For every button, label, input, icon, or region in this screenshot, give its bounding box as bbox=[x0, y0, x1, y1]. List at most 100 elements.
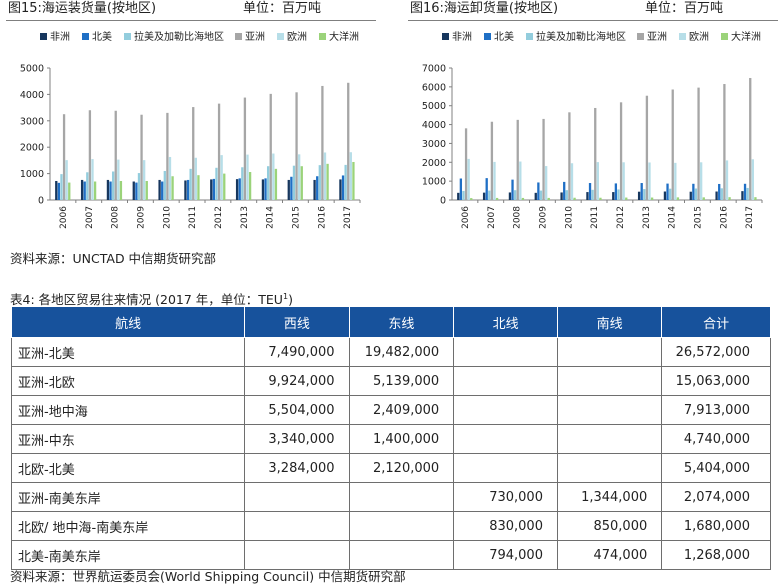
bar bbox=[485, 178, 488, 200]
value-cell bbox=[556, 424, 663, 454]
bar bbox=[274, 168, 278, 200]
bar bbox=[547, 197, 550, 200]
bar bbox=[718, 183, 721, 200]
bar bbox=[171, 176, 174, 200]
legend-swatch bbox=[484, 32, 491, 40]
bar bbox=[467, 158, 470, 200]
bar bbox=[62, 114, 66, 200]
value-cell: 794,000 bbox=[453, 540, 558, 570]
x-tick-label: 2016 bbox=[317, 206, 327, 229]
bar bbox=[643, 189, 646, 200]
bar bbox=[676, 197, 680, 200]
bar bbox=[145, 180, 148, 200]
value-cell: 3,340,000 bbox=[244, 424, 350, 454]
bar bbox=[645, 95, 649, 200]
bar bbox=[720, 188, 723, 200]
table-row: 亚洲-南美东岸 730,000 1,344,000 2,074,000 bbox=[10, 482, 771, 512]
bar bbox=[316, 176, 319, 200]
bar bbox=[243, 97, 247, 200]
value-cell: 2,409,000 bbox=[348, 395, 455, 425]
bar bbox=[132, 181, 135, 200]
bar bbox=[594, 107, 597, 200]
table-row: 亚洲-中东 3,340,000 1,400,000 4,740,000 bbox=[10, 424, 771, 454]
bar bbox=[674, 162, 677, 200]
x-tick-label: 2009 bbox=[538, 206, 548, 229]
x-tick-label: 2012 bbox=[214, 206, 224, 229]
value-cell: 830,000 bbox=[453, 511, 558, 541]
bar bbox=[119, 180, 123, 200]
legend-item: 欧洲 bbox=[679, 32, 709, 44]
table-row: 北欧-北美 3,284,000 2,120,000 5,404,000 bbox=[10, 453, 771, 483]
bar bbox=[459, 178, 463, 200]
bar bbox=[184, 180, 187, 200]
bar bbox=[194, 157, 197, 200]
bar bbox=[93, 181, 97, 200]
value-cell bbox=[453, 337, 558, 367]
bar bbox=[560, 192, 563, 200]
bar bbox=[91, 159, 94, 200]
legend-swatch bbox=[679, 32, 686, 40]
bar bbox=[212, 178, 216, 200]
route-cell: 亚洲-中东 bbox=[10, 424, 246, 454]
x-tick-label: 2010 bbox=[162, 206, 172, 229]
bar bbox=[723, 84, 726, 200]
table-row: 北欧/ 地中海-南美东岸 830,000 850,000 1,680,000 bbox=[10, 511, 771, 541]
bar bbox=[663, 191, 667, 200]
bar bbox=[689, 191, 692, 200]
bar bbox=[749, 77, 752, 200]
bar bbox=[168, 156, 172, 200]
table-row: 亚洲-北欧 9,924,000 5,139,000 15,063,000 bbox=[10, 366, 771, 396]
route-cell: 亚洲-南美东岸 bbox=[10, 482, 246, 512]
value-cell: 850,000 bbox=[556, 511, 663, 541]
table-source-note: 资料来源：世界航运委员会(World Shipping Council) 中信期… bbox=[10, 569, 406, 584]
legend-item: 欧洲 bbox=[277, 32, 307, 44]
table-header-cell: 航线 bbox=[10, 306, 246, 338]
legend-swatch bbox=[442, 32, 449, 40]
y-tick-label: 4000 bbox=[20, 90, 44, 101]
bar bbox=[300, 166, 303, 200]
bar bbox=[462, 190, 465, 200]
bar bbox=[238, 178, 241, 200]
bar bbox=[751, 159, 754, 200]
table-body: 亚洲-北美 7,490,000 19,482,000 26,572,000 亚洲-北欧 9… bbox=[10, 337, 771, 570]
bar bbox=[192, 107, 195, 200]
x-tick-label: 2014 bbox=[266, 206, 276, 229]
legend-label: 非洲 bbox=[50, 32, 70, 43]
value-cell bbox=[244, 511, 350, 541]
legend-label: 北美 bbox=[494, 32, 514, 43]
x-tick-label: 2011 bbox=[590, 206, 600, 229]
value-cell: 5,504,000 bbox=[244, 395, 350, 425]
chart-title: 图15:海运装货量(按地区) bbox=[8, 1, 157, 16]
table-row: 亚洲-地中海 5,504,000 2,409,000 7,913,000 bbox=[10, 395, 771, 425]
bar bbox=[117, 159, 120, 200]
x-tick-label: 2015 bbox=[291, 206, 301, 229]
legend-item: 非洲 bbox=[442, 32, 472, 44]
y-tick-label: 4000 bbox=[422, 120, 446, 131]
legend-item: 北美 bbox=[82, 32, 112, 44]
table-header-cell: 西线 bbox=[244, 306, 350, 338]
bar bbox=[313, 179, 316, 200]
legend-swatch bbox=[40, 32, 47, 40]
route-cell: 亚洲-北欧 bbox=[10, 366, 246, 396]
bar bbox=[537, 182, 540, 200]
bar bbox=[625, 197, 628, 200]
value-cell: 15,063,000 bbox=[661, 366, 771, 396]
bar bbox=[197, 175, 200, 200]
legend-item: 北美 bbox=[484, 32, 514, 44]
bar bbox=[648, 162, 651, 200]
bar bbox=[640, 183, 643, 200]
bar bbox=[650, 197, 654, 200]
bar bbox=[109, 181, 112, 200]
legend-item: 拉美及加勒比海地区 bbox=[124, 32, 224, 44]
x-tick-label: 2009 bbox=[136, 206, 146, 229]
legend-swatch bbox=[319, 32, 326, 40]
bar bbox=[287, 179, 290, 200]
x-tick-label: 2014 bbox=[668, 206, 678, 229]
legend-item: 亚洲 bbox=[637, 32, 667, 44]
bar bbox=[637, 191, 641, 200]
bar bbox=[534, 192, 537, 200]
x-tick-label: 2015 bbox=[693, 206, 703, 229]
bar bbox=[235, 179, 239, 200]
bar bbox=[266, 166, 270, 200]
x-tick-label: 2017 bbox=[745, 206, 755, 229]
